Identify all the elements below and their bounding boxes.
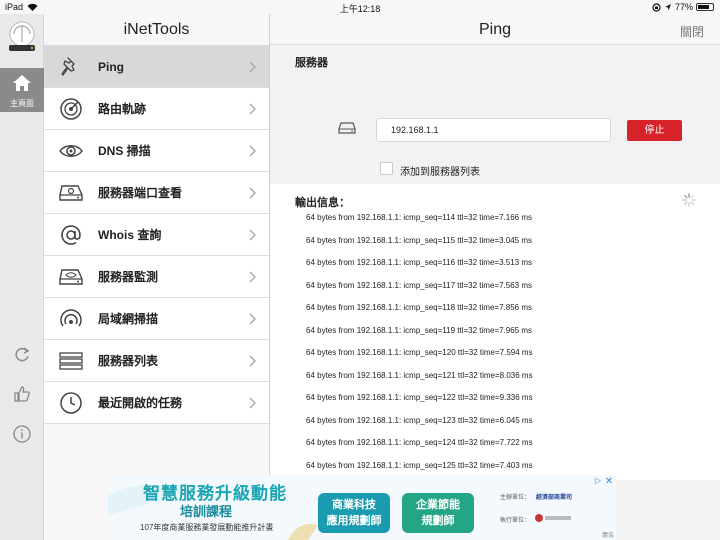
menu-item-label: 服務器端口查看 xyxy=(98,186,183,200)
log-line: 64 bytes from 192.168.1.1: icmp_seq=124 … xyxy=(306,438,533,447)
eye-icon xyxy=(56,136,86,166)
server-heading: 服務器 xyxy=(295,57,328,69)
left-rail: 主頁面 xyxy=(0,14,44,540)
nav-bar: Ping 關閉 xyxy=(270,14,720,45)
menu-item-label: 路由軌跡 xyxy=(98,102,147,116)
status-bar: iPad 上午12:18 77% xyxy=(0,0,720,14)
menu-item-label: 局域網掃描 xyxy=(98,312,159,326)
menu-item-dns[interactable]: DNS 掃描 xyxy=(44,130,269,172)
log-line: 64 bytes from 192.168.1.1: icmp_seq=116 … xyxy=(306,258,532,267)
chevron-right-icon xyxy=(249,271,257,283)
menu-item-label: 服務器列表 xyxy=(98,354,159,368)
drive-eye-icon xyxy=(56,262,86,292)
ad-organizer-label: 主辦單位： xyxy=(500,495,531,501)
menu-item-traceroute[interactable]: 路由軌跡 xyxy=(44,88,269,130)
server-section: 服務器 192.168.1.1 停止 添加到服務器列表 xyxy=(270,45,720,191)
radar-icon xyxy=(56,94,86,124)
battery-icon xyxy=(696,3,714,11)
log-line: 64 bytes from 192.168.1.1: icmp_seq=117 … xyxy=(306,280,532,290)
pin-icon xyxy=(56,52,86,82)
menu-title: iNetTools xyxy=(123,21,190,38)
loading-spinner-icon xyxy=(682,193,696,207)
location-icon xyxy=(664,4,671,11)
log-line: 64 bytes from 192.168.1.1: icmp_seq=121 … xyxy=(306,370,533,380)
host-input[interactable]: 192.168.1.1 xyxy=(376,118,611,142)
menu-item-label: 服務器監測 xyxy=(98,270,159,284)
ad-btn2-line1: 企業節能 xyxy=(416,499,460,511)
menu-item-label: Whois 查詢 xyxy=(98,228,162,242)
at-icon xyxy=(56,220,86,250)
ad-btn1-line1: 商業科技 xyxy=(332,499,376,511)
ad-subtitle: 培訓課程 xyxy=(180,504,233,519)
menu-item-recent-tasks[interactable]: 最近開啟的任務 xyxy=(44,382,269,424)
page-title: Ping xyxy=(478,21,512,38)
chevron-right-icon xyxy=(249,145,257,157)
battery-percent: 77% xyxy=(674,2,693,12)
menu-item-server-list[interactable]: 服務器列表 xyxy=(44,340,269,382)
chevron-right-icon xyxy=(249,397,257,409)
rotation-lock-icon xyxy=(652,2,661,12)
list-icon xyxy=(56,346,86,376)
ad-organizer-name: 經濟部商業司 xyxy=(536,495,573,501)
chevron-right-icon xyxy=(249,313,257,325)
menu-item-server-monitor[interactable]: 服務器監測 xyxy=(44,256,269,298)
ad-executor-label: 執行單位： xyxy=(500,518,531,524)
hard-drive-icon xyxy=(338,122,356,134)
chevron-right-icon xyxy=(249,355,257,367)
chevron-right-icon xyxy=(249,229,257,241)
drive-search-icon xyxy=(56,178,86,208)
ad-course-button-1[interactable]: 商業科技 應用規劃師 xyxy=(318,493,390,533)
thumbs-up-icon[interactable] xyxy=(12,384,32,404)
ad-executor-logo-icon xyxy=(535,514,571,522)
ad-plan: 107年度商業服務業發展動能推升計畫 xyxy=(140,523,274,532)
ad-info-icon[interactable]: ▷ xyxy=(593,476,603,486)
add-to-list-label: 添加到服務器列表 xyxy=(400,167,480,178)
clock-icon xyxy=(56,388,86,418)
menu-item-lan-scan[interactable]: 局域網掃描 xyxy=(44,298,269,340)
ping-panel: Ping 關閉 服務器 192.168.1.1 停止 添加到服務器列表 輸出信息… xyxy=(270,14,720,540)
output-section: 輸出信息： 64 bytes from 192.168.1.1: icmp_se… xyxy=(270,184,720,480)
tools-menu: iNetTools Ping 路由軌跡 DNS 掃描 服務器端口查看 Whois… xyxy=(44,14,270,540)
menu-item-label: 最近開啟的任務 xyxy=(98,396,183,410)
ad-banner[interactable]: 智慧服務升級動能 培訓課程 107年度商業服務業發展動能推升計畫 商業科技 應用… xyxy=(108,475,616,540)
info-icon[interactable] xyxy=(12,424,32,444)
ad-course-button-2[interactable]: 企業節能 規劃師 xyxy=(402,493,474,533)
home-label: 主頁面 xyxy=(10,99,34,108)
ad-btn2-line2: 規劃師 xyxy=(421,515,455,527)
stop-button[interactable]: 停止 xyxy=(627,120,682,141)
log-line: 64 bytes from 192.168.1.1: icmp_seq=123 … xyxy=(306,415,533,425)
chevron-right-icon xyxy=(249,187,257,199)
menu-item-port-scan[interactable]: 服務器端口查看 xyxy=(44,172,269,214)
status-right: 77% xyxy=(652,2,714,12)
log-line: 64 bytes from 192.168.1.1: icmp_seq=114 … xyxy=(306,213,532,222)
log-line: 64 bytes from 192.168.1.1: icmp_seq=115 … xyxy=(306,235,532,245)
tools-list: Ping 路由軌跡 DNS 掃描 服務器端口查看 Whois 查詢 服務器監測 … xyxy=(44,45,269,424)
chevron-right-icon xyxy=(249,103,257,115)
output-heading: 輸出信息： xyxy=(295,197,350,209)
log-line: 64 bytes from 192.168.1.1: icmp_seq=120 … xyxy=(306,348,533,357)
home-button[interactable]: 主頁面 xyxy=(0,68,44,112)
menu-item-ping[interactable]: Ping xyxy=(44,46,269,88)
ad-close-icon[interactable]: ✕ xyxy=(603,476,615,488)
ad-badge: 廣告 xyxy=(601,533,614,539)
wifi-icon xyxy=(56,304,86,334)
close-button[interactable]: 關閉 xyxy=(680,23,704,40)
menu-item-label: DNS 掃描 xyxy=(98,144,151,158)
chevron-right-icon xyxy=(249,61,257,73)
add-to-list-checkbox[interactable] xyxy=(380,162,393,175)
output-log[interactable]: 64 bytes from 192.168.1.1: icmp_seq=114 … xyxy=(306,210,533,480)
app-logo-icon xyxy=(9,21,35,51)
menu-item-label: Ping xyxy=(98,59,124,74)
refresh-icon[interactable] xyxy=(12,344,32,364)
log-line: 64 bytes from 192.168.1.1: icmp_seq=118 … xyxy=(306,303,532,312)
home-icon xyxy=(13,75,31,91)
menu-item-whois[interactable]: Whois 查詢 xyxy=(44,214,269,256)
log-line: 64 bytes from 192.168.1.1: icmp_seq=122 … xyxy=(306,393,533,402)
ad-btn1-line2: 應用規劃師 xyxy=(326,515,382,527)
log-line: 64 bytes from 192.168.1.1: icmp_seq=119 … xyxy=(306,325,532,335)
